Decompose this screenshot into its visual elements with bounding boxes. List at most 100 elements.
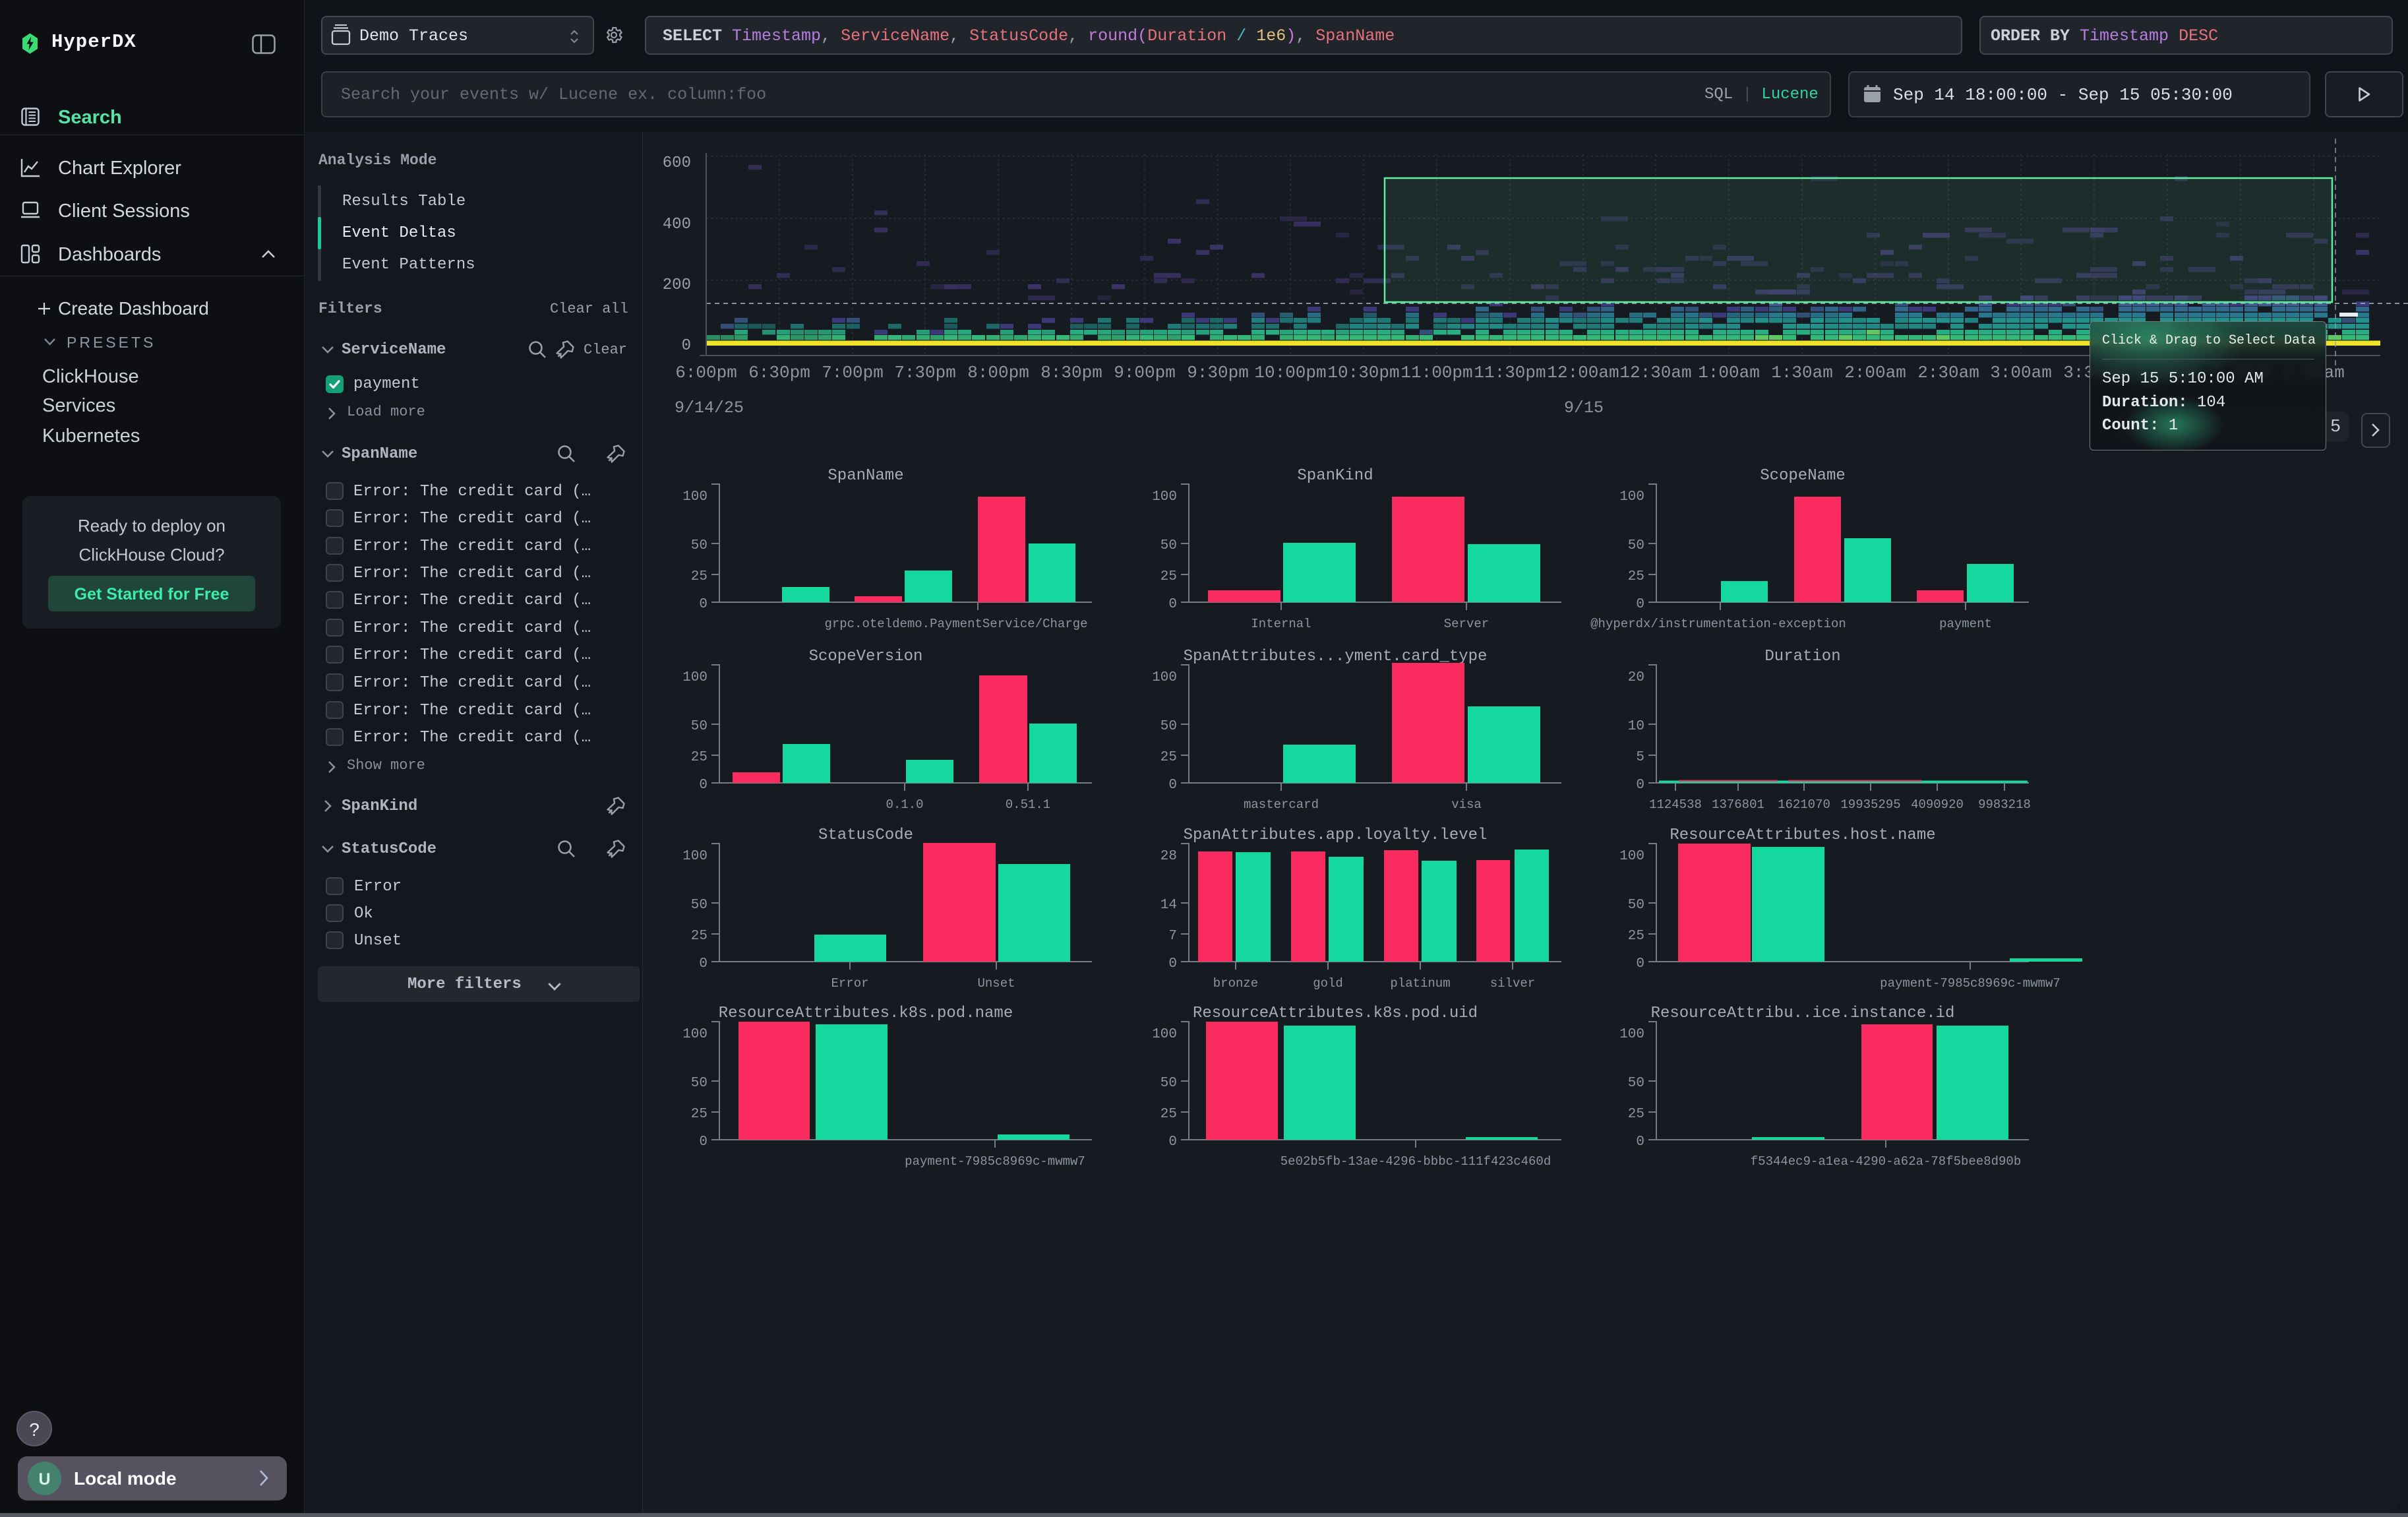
svg-text:1621070: 1621070 bbox=[1778, 797, 1830, 812]
svg-text:6:30pm: 6:30pm bbox=[748, 363, 810, 383]
svg-text:mastercard: mastercard bbox=[1244, 797, 1319, 812]
svg-text:StatusCode: StatusCode bbox=[818, 826, 913, 844]
svg-text:1:00am: 1:00am bbox=[1698, 363, 1760, 383]
svg-text:7:00pm: 7:00pm bbox=[822, 363, 884, 383]
svg-text:0: 0 bbox=[1636, 597, 1644, 612]
svg-text:4090920: 4090920 bbox=[1911, 797, 1964, 812]
svg-text:19935295: 19935295 bbox=[1840, 797, 1900, 812]
svg-text:payment-7985c8969c-mwmw7: payment-7985c8969c-mwmw7 bbox=[1880, 976, 2061, 991]
svg-text:visa: visa bbox=[1451, 797, 1482, 812]
svg-text:ResourceAttribu..ice.instance.: ResourceAttribu..ice.instance.id bbox=[1651, 1005, 1955, 1022]
svg-text:50: 50 bbox=[1628, 1076, 1644, 1091]
svg-text:100: 100 bbox=[682, 849, 707, 864]
svg-text:SpanAttributes...yment.card_ty: SpanAttributes...yment.card_type bbox=[1184, 648, 1488, 666]
svg-text:11:30pm: 11:30pm bbox=[1474, 363, 1546, 383]
svg-text:7:30pm: 7:30pm bbox=[894, 363, 956, 383]
svg-text:100: 100 bbox=[1152, 670, 1177, 685]
svg-text:0: 0 bbox=[1168, 956, 1177, 972]
svg-text:12:00am: 12:00am bbox=[1547, 363, 1619, 383]
svg-text:200: 200 bbox=[663, 276, 691, 294]
svg-text:9:00pm: 9:00pm bbox=[1114, 363, 1176, 383]
svg-text:Unset: Unset bbox=[977, 976, 1015, 991]
svg-text:SpanKind: SpanKind bbox=[1297, 467, 1373, 485]
svg-text:payment: payment bbox=[1939, 617, 1992, 631]
svg-text:10: 10 bbox=[1628, 719, 1644, 734]
svg-text:25: 25 bbox=[1160, 750, 1177, 765]
svg-text:100: 100 bbox=[682, 1027, 707, 1042]
svg-text:5: 5 bbox=[1636, 750, 1644, 765]
svg-text:0.51.1: 0.51.1 bbox=[1006, 797, 1050, 812]
svg-text:100: 100 bbox=[1619, 849, 1644, 864]
svg-text:10:30pm: 10:30pm bbox=[1327, 363, 1399, 383]
svg-text:0: 0 bbox=[1168, 1134, 1177, 1150]
svg-text:0: 0 bbox=[699, 1134, 707, 1150]
svg-text:50: 50 bbox=[1628, 538, 1644, 553]
svg-text:ResourceAttributes.host.name: ResourceAttributes.host.name bbox=[1670, 826, 1935, 844]
svg-text:50: 50 bbox=[1160, 719, 1177, 734]
svg-text:100: 100 bbox=[1152, 1027, 1177, 1042]
svg-text:0: 0 bbox=[699, 597, 707, 612]
svg-text:0: 0 bbox=[1168, 597, 1177, 612]
svg-text:9:30pm: 9:30pm bbox=[1187, 363, 1249, 383]
svg-text:SpanName: SpanName bbox=[828, 467, 903, 485]
svg-text:9983218: 9983218 bbox=[1978, 797, 2031, 812]
svg-text:8:00pm: 8:00pm bbox=[967, 363, 1029, 383]
svg-text:0: 0 bbox=[699, 778, 707, 793]
svg-text:25: 25 bbox=[691, 750, 707, 765]
svg-text:3:00am: 3:00am bbox=[1990, 363, 2052, 383]
svg-text:50: 50 bbox=[1160, 1076, 1177, 1091]
svg-text:2:30am: 2:30am bbox=[1917, 363, 1979, 383]
svg-text:50: 50 bbox=[691, 719, 707, 734]
svg-text:ScopeVersion: ScopeVersion bbox=[809, 648, 923, 666]
svg-text:20: 20 bbox=[1628, 670, 1644, 685]
svg-text:600: 600 bbox=[663, 154, 691, 172]
svg-text:Duration: Duration bbox=[1764, 648, 1840, 666]
svg-text:100: 100 bbox=[1619, 1027, 1644, 1042]
svg-text:ScopeName: ScopeName bbox=[1760, 467, 1846, 485]
svg-text:5e02b5fb-13ae-4296-bbbc-111f42: 5e02b5fb-13ae-4296-bbbc-111f423c460d bbox=[1280, 1154, 1551, 1169]
svg-text:0: 0 bbox=[699, 956, 707, 972]
svg-text:ResourceAttributes.k8s.pod.uid: ResourceAttributes.k8s.pod.uid bbox=[1193, 1005, 1478, 1022]
svg-text:100: 100 bbox=[682, 489, 707, 505]
svg-text:50: 50 bbox=[691, 898, 707, 913]
svg-text:gold: gold bbox=[1313, 976, 1343, 991]
svg-text:0: 0 bbox=[1636, 1134, 1644, 1150]
svg-text:25: 25 bbox=[1628, 569, 1644, 584]
svg-text:9/15: 9/15 bbox=[1564, 398, 1604, 418]
svg-text:12:30am: 12:30am bbox=[1619, 363, 1691, 383]
svg-text:Server: Server bbox=[1444, 617, 1489, 631]
svg-text:0: 0 bbox=[1168, 778, 1177, 793]
svg-text:100: 100 bbox=[1619, 489, 1644, 505]
svg-text:50: 50 bbox=[1628, 898, 1644, 913]
svg-text:50: 50 bbox=[691, 538, 707, 553]
svg-text:11:00pm: 11:00pm bbox=[1400, 363, 1472, 383]
svg-text:25: 25 bbox=[1160, 569, 1177, 584]
svg-text:0: 0 bbox=[1636, 778, 1644, 793]
svg-text:Internal: Internal bbox=[1251, 617, 1311, 631]
svg-text:25: 25 bbox=[691, 929, 707, 944]
svg-text:50: 50 bbox=[1160, 538, 1177, 553]
svg-text:9/14/25: 9/14/25 bbox=[675, 398, 744, 418]
svg-text:6:00pm: 6:00pm bbox=[675, 363, 737, 383]
svg-text:25: 25 bbox=[1628, 1107, 1644, 1122]
svg-text:25: 25 bbox=[691, 1107, 707, 1122]
svg-text:f5344ec9-a1ea-4290-a62a-78f5be: f5344ec9-a1ea-4290-a62a-78f5bee8d90b bbox=[1751, 1154, 2021, 1169]
svg-text:0: 0 bbox=[1636, 956, 1644, 972]
svg-text:100: 100 bbox=[682, 670, 707, 685]
svg-text:silver: silver bbox=[1490, 976, 1535, 991]
svg-text:0.1.0: 0.1.0 bbox=[886, 797, 923, 812]
svg-text:1124538: 1124538 bbox=[1649, 797, 1702, 812]
svg-text:SpanAttributes.app.loyalty.lev: SpanAttributes.app.loyalty.level bbox=[1184, 826, 1488, 844]
svg-text:400: 400 bbox=[663, 216, 691, 233]
svg-text:bronze: bronze bbox=[1213, 976, 1258, 991]
svg-text:payment-7985c8969c-mwmw7: payment-7985c8969c-mwmw7 bbox=[905, 1154, 1085, 1169]
svg-text:25: 25 bbox=[1160, 1107, 1177, 1122]
svg-text:1:30am: 1:30am bbox=[1771, 363, 1833, 383]
svg-text:14: 14 bbox=[1160, 898, 1177, 913]
svg-text:0: 0 bbox=[682, 337, 691, 355]
svg-text:1376801: 1376801 bbox=[1712, 797, 1764, 812]
svg-text:platinum: platinum bbox=[1390, 976, 1450, 991]
svg-text:10:00pm: 10:00pm bbox=[1254, 363, 1326, 383]
svg-text:100: 100 bbox=[1152, 489, 1177, 505]
svg-text:25: 25 bbox=[1628, 929, 1644, 944]
